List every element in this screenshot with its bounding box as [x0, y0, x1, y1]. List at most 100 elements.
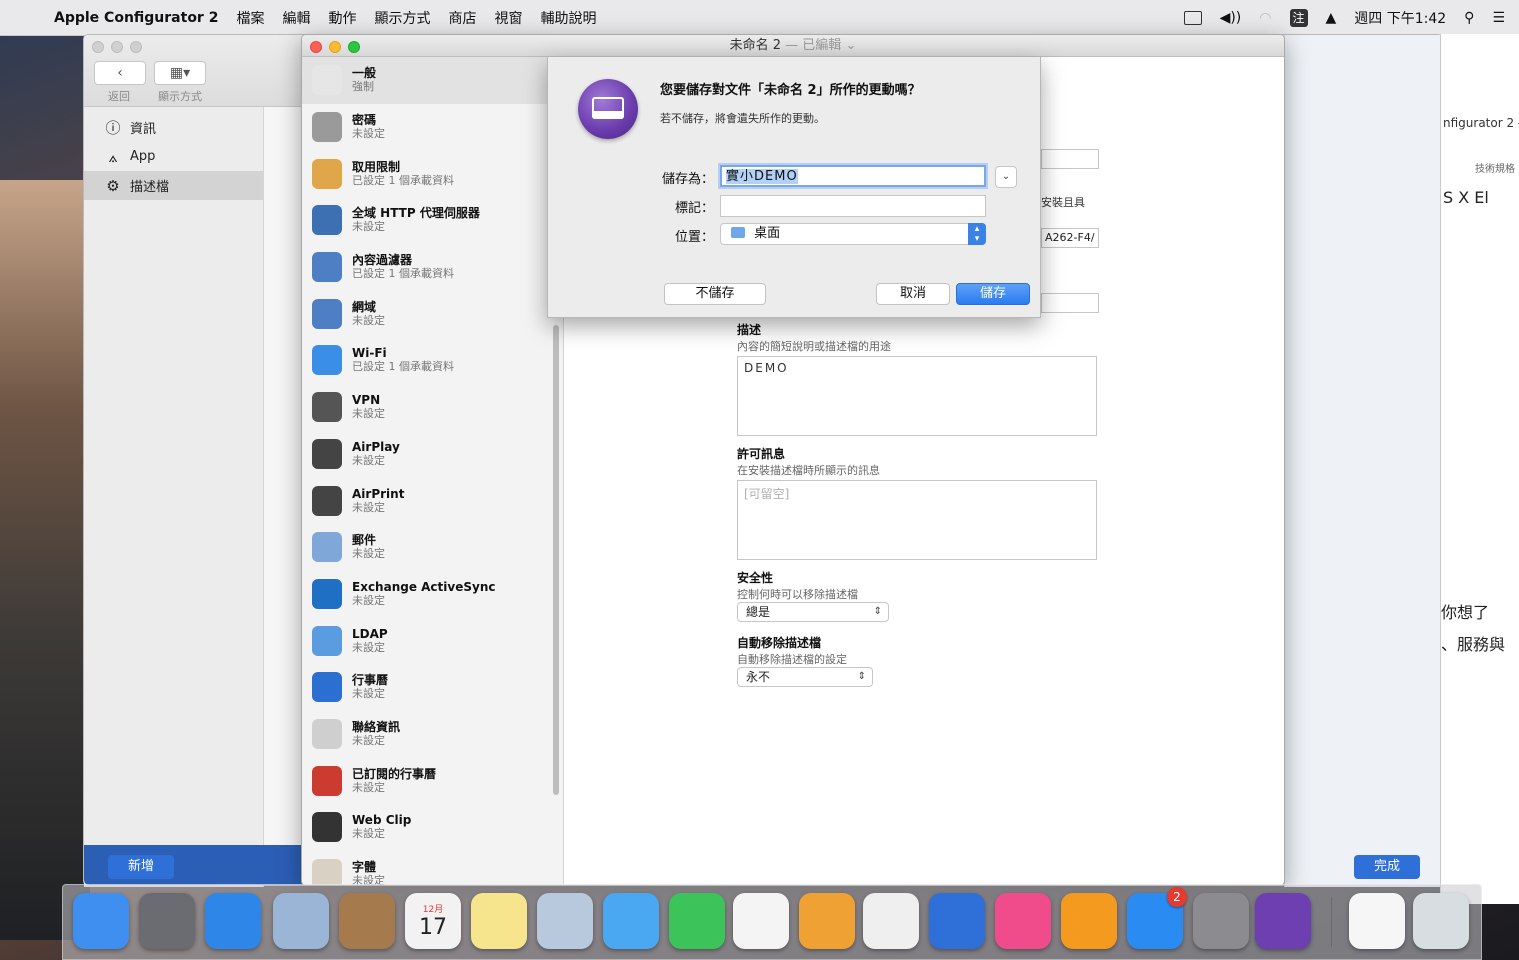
payload-item[interactable]: 取用限制 已設定 1 個承載資料: [302, 150, 563, 197]
consent-textarea[interactable]: [可留空]: [737, 480, 1097, 560]
launchpad-icon[interactable]: [139, 893, 195, 949]
safari-icon[interactable]: [205, 893, 261, 949]
save-as-input[interactable]: 實小DEMO: [720, 165, 986, 187]
airplay-status-icon[interactable]: [1183, 10, 1202, 25]
eject-icon[interactable]: ▲: [1326, 10, 1337, 26]
tags-input[interactable]: [720, 195, 986, 217]
sidebar-item-info[interactable]: ⓘ 資訊: [84, 113, 263, 142]
back-button[interactable]: ‹: [94, 61, 146, 85]
payload-item[interactable]: 內容過濾器 已設定 1 個承載資料: [302, 244, 563, 291]
payload-item[interactable]: VPN 未設定: [302, 384, 563, 431]
peek-text: 你想了: [1441, 603, 1490, 622]
zoom-window-icon[interactable]: [348, 41, 360, 53]
minimize-window-icon[interactable]: [111, 41, 123, 53]
partial-text: 安裝且具: [1041, 196, 1085, 209]
menu-clock[interactable]: 週四 下午1:42: [1354, 8, 1446, 28]
mail-app-icon[interactable]: [273, 893, 329, 949]
payload-list: 一般 強制 密碼 未設定 取用限制 已設定 1 個承載資料 全域 HTTP 代理伺服器 未設定…: [302, 57, 564, 885]
menu-file[interactable]: 檔案: [236, 8, 264, 28]
document-icon[interactable]: [1349, 893, 1405, 949]
payload-name: 取用限制: [352, 159, 401, 174]
ibooks-icon[interactable]: [1061, 893, 1117, 949]
menu-window[interactable]: 視窗: [494, 8, 522, 28]
payload-status: 未設定: [352, 733, 385, 747]
facetime-icon[interactable]: [669, 893, 725, 949]
view-mode-button[interactable]: ▦▾: [154, 61, 206, 85]
trash-icon[interactable]: [1413, 893, 1469, 949]
spotlight-icon[interactable]: ⚲: [1464, 10, 1474, 26]
notification-center-icon[interactable]: ☰: [1492, 10, 1505, 26]
payload-item[interactable]: 已訂閱的行事曆 未設定: [302, 757, 563, 804]
general-icon: [312, 65, 342, 96]
where-popup[interactable]: 桌面 ▴ ▾: [720, 223, 986, 245]
payload-status: 已設定 1 個承載資料: [352, 360, 454, 374]
pages-icon[interactable]: [799, 893, 855, 949]
cancel-button[interactable]: 取消: [876, 283, 950, 305]
auto-remove-select[interactable]: 永不 ⇕: [737, 667, 873, 687]
payload-item[interactable]: 一般 強制: [302, 57, 563, 104]
preview-icon[interactable]: [537, 893, 593, 949]
expand-dialog-button[interactable]: ⌄: [995, 166, 1017, 188]
payload-item[interactable]: 全域 HTTP 代理伺服器 未設定: [302, 197, 563, 244]
apple-configurator-icon[interactable]: [1255, 893, 1311, 949]
payload-item[interactable]: Wi-Fi 已設定 1 個承載資料: [302, 337, 563, 384]
new-button[interactable]: 新增: [108, 855, 174, 879]
sidebar-item-app[interactable]: ⟑ App: [84, 142, 263, 171]
payload-item[interactable]: AirPlay 未設定: [302, 431, 563, 478]
done-button[interactable]: 完成: [1354, 855, 1420, 879]
updown-chevron-icon: ⇕: [873, 606, 882, 617]
profile-editor-titlebar: 未命名 2 — 已編輯 ⌄: [302, 35, 1284, 57]
menu-view[interactable]: 顯示方式: [374, 8, 430, 28]
menu-store[interactable]: 商店: [448, 8, 476, 28]
security-select[interactable]: 總是 ⇕: [737, 602, 889, 622]
dont-save-button[interactable]: 不儲存: [664, 283, 766, 305]
partial-field-1[interactable]: [1041, 149, 1099, 169]
app-store-icon[interactable]: 2: [1127, 887, 1187, 949]
payload-name: 網域: [352, 299, 377, 314]
payload-item[interactable]: AirPrint 未設定: [302, 477, 563, 524]
wifi-status-icon[interactable]: ◠: [1259, 10, 1271, 26]
payload-item[interactable]: 字體 未設定: [302, 851, 563, 885]
payload-item[interactable]: 聯絡資訊 未設定: [302, 711, 563, 758]
payload-name: 一般: [352, 66, 377, 81]
payload-status: 未設定: [352, 547, 385, 561]
messages-icon[interactable]: [603, 893, 659, 949]
payload-item[interactable]: Exchange ActiveSync 未設定: [302, 571, 563, 618]
input-method-icon[interactable]: 注: [1289, 8, 1308, 27]
gear-icon: ⚙: [106, 176, 120, 195]
payload-item[interactable]: Web Clip 未設定: [302, 804, 563, 851]
close-window-icon[interactable]: [92, 41, 104, 53]
minimize-window-icon[interactable]: [329, 41, 341, 53]
sidebar: ⓘ 資訊 ⟑ App ⚙ 描述檔: [84, 107, 264, 887]
payload-item[interactable]: 密碼 未設定: [302, 104, 563, 151]
identifier-field[interactable]: A262-F4/: [1041, 228, 1099, 248]
payload-item[interactable]: 行事曆 未設定: [302, 664, 563, 711]
chevron-down-icon[interactable]: ⌄: [845, 38, 856, 53]
menu-app-name[interactable]: Apple Configurator 2: [54, 10, 218, 26]
itunes-icon[interactable]: [995, 893, 1051, 949]
payload-name: Web Clip: [352, 813, 412, 828]
payload-item[interactable]: LDAP 未設定: [302, 617, 563, 664]
payload-list-scrollbar[interactable]: [553, 325, 559, 795]
description-textarea[interactable]: DEMO: [737, 356, 1097, 436]
payload-item[interactable]: 郵件 未設定: [302, 524, 563, 571]
menu-help[interactable]: 輔助說明: [540, 8, 596, 28]
menu-edit[interactable]: 編輯: [282, 8, 310, 28]
sidebar-item-profiles[interactable]: ⚙ 描述檔: [84, 171, 263, 200]
system-preferences-icon[interactable]: [1193, 893, 1249, 949]
payload-name: 聯絡資訊: [352, 719, 401, 734]
payload-item[interactable]: 網域 未設定: [302, 290, 563, 337]
zoom-window-icon[interactable]: [130, 41, 142, 53]
numbers-icon[interactable]: [863, 893, 919, 949]
keynote-icon[interactable]: [929, 893, 985, 949]
volume-icon[interactable]: ◀)): [1220, 10, 1242, 26]
photos-icon[interactable]: [733, 893, 789, 949]
calendar-app-icon[interactable]: 12月 17: [405, 893, 461, 949]
menu-action[interactable]: 動作: [328, 8, 356, 28]
close-window-icon[interactable]: [310, 41, 322, 53]
save-button[interactable]: 儲存: [956, 283, 1030, 305]
partial-field-2[interactable]: [1041, 293, 1099, 313]
finder-icon[interactable]: [73, 893, 129, 949]
contacts-app-icon[interactable]: [339, 893, 395, 949]
notes-icon[interactable]: [471, 893, 527, 949]
